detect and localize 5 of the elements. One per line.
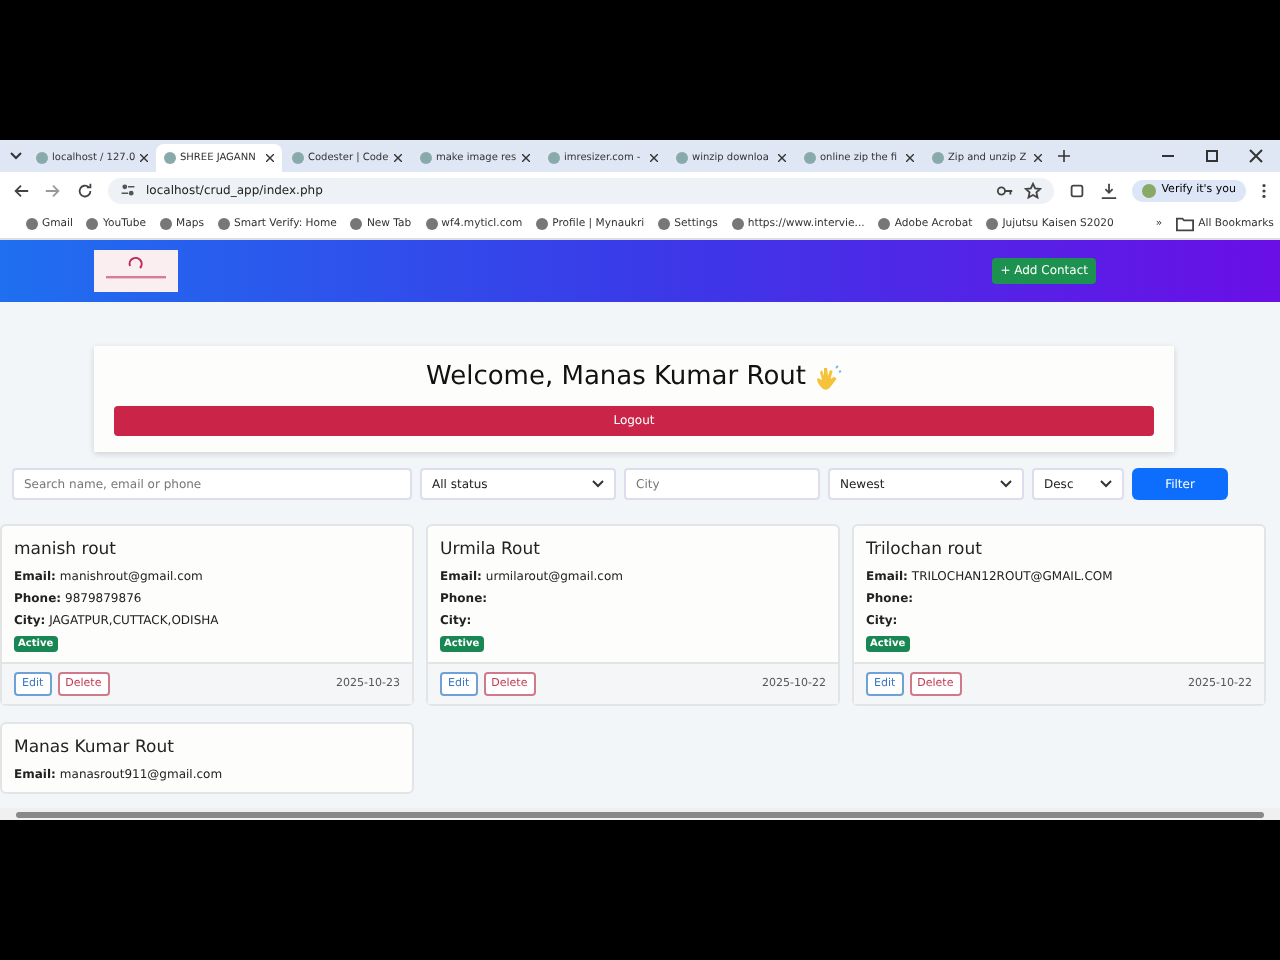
contact-name: Trilochan rout xyxy=(866,540,982,560)
contact-name: Manas Kumar Rout xyxy=(14,738,174,758)
contact-name: Urmila Rout xyxy=(440,540,540,560)
welcome-title: Welcome, Manas Kumar Rout xyxy=(426,362,806,392)
contact-name: manish rout xyxy=(14,540,116,560)
